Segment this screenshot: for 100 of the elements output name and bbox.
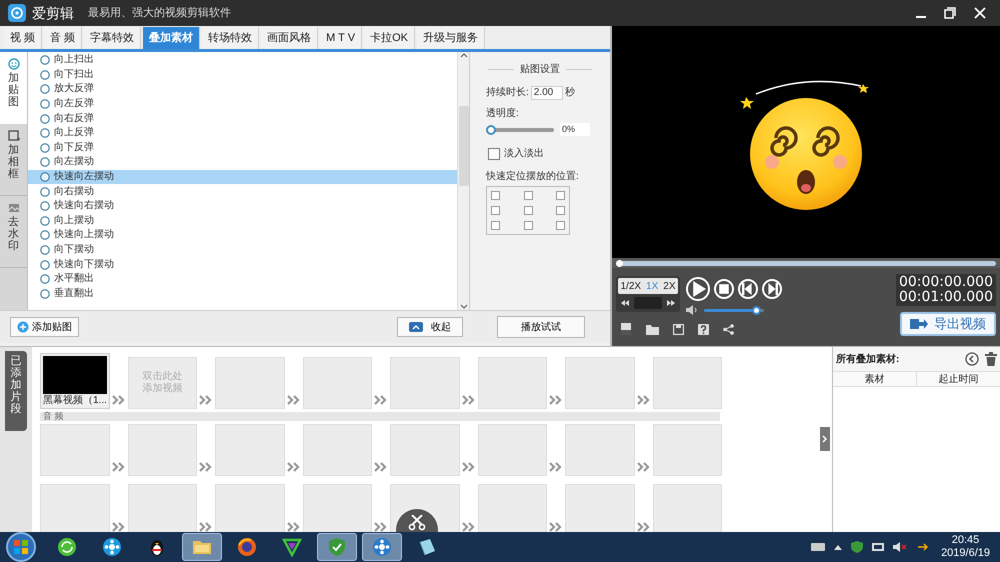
effect-item[interactable]: 向左反弹: [28, 96, 457, 112]
export-video-button[interactable]: 导出视频: [900, 312, 996, 336]
radio-icon: [40, 128, 50, 138]
effect-item[interactable]: 向下反弹: [28, 140, 457, 156]
speed-option[interactable]: 2X: [663, 278, 676, 294]
slider-thumb[interactable]: [486, 124, 496, 134]
video-clip[interactable]: 黑幕视频（1...: [40, 353, 110, 409]
scrollbar-thumb[interactable]: [458, 106, 468, 186]
added-clips-tab[interactable]: 已添加片段: [5, 351, 27, 431]
clip-title: 黑幕视频（1...: [43, 396, 107, 406]
back-icon[interactable]: [965, 352, 979, 366]
radio-icon: [40, 186, 50, 197]
empty-slot: [215, 484, 284, 532]
menu-tab[interactable]: 字幕特效: [84, 27, 142, 49]
position-checkbox[interactable]: [491, 191, 500, 200]
double-chevron-icon: [199, 462, 213, 472]
empty-slot: [302, 424, 372, 476]
menu-tab[interactable]: 音 频: [44, 27, 82, 49]
position-checkbox[interactable]: [524, 221, 533, 230]
system-clock[interactable]: 20:45 2019/6/19: [941, 534, 990, 560]
menu-tab[interactable]: 叠加素材: [143, 27, 200, 49]
start-button[interactable]: [6, 532, 36, 562]
progress-thumb[interactable]: [616, 260, 623, 266]
effect-item[interactable]: 垂直翻出: [28, 286, 457, 302]
effect-item[interactable]: 向上扫出: [28, 53, 457, 68]
trash-icon[interactable]: [985, 352, 997, 366]
fade-checkbox[interactable]: [488, 148, 500, 160]
effect-item[interactable]: 向下摆动: [28, 242, 457, 258]
effect-item[interactable]: 向右反弹: [28, 111, 457, 126]
column-header[interactable]: 起止时间: [916, 372, 1000, 386]
position-checkbox[interactable]: [556, 206, 566, 215]
menu-tab[interactable]: 卡拉OK: [364, 27, 415, 49]
triangle-icon: [282, 537, 302, 557]
app-logo-icon: [8, 4, 26, 22]
empty-slot: [302, 357, 372, 409]
share-icon: [723, 324, 734, 334]
progress-bar[interactable]: [616, 260, 996, 266]
side-tab[interactable]: 加贴图: [0, 52, 27, 124]
menu-tab[interactable]: 升级与服务: [416, 27, 485, 49]
film-reel-icon: [102, 537, 122, 557]
opacity-field[interactable]: 0%: [560, 123, 590, 136]
radio-icon: [40, 288, 50, 299]
add-sticker-button[interactable]: 添加贴图: [10, 317, 79, 337]
speed-option[interactable]: 1/2X: [620, 278, 642, 294]
opacity-slider[interactable]: [486, 124, 554, 134]
panel-toggle-handle[interactable]: [820, 427, 830, 451]
radio-icon: [40, 70, 50, 80]
empty-slot: [652, 357, 722, 409]
position-checkbox[interactable]: [524, 191, 533, 200]
stop-button[interactable]: [714, 279, 734, 299]
speed-control[interactable]: 1/2X 1X 2X: [616, 276, 680, 312]
duration-field[interactable]: 2.00: [530, 86, 563, 100]
effect-item[interactable]: 向上反弹: [28, 126, 457, 141]
menu-tab[interactable]: M T V: [320, 27, 362, 49]
menu-tab[interactable]: 画面风格: [261, 27, 318, 49]
position-checkbox[interactable]: [556, 221, 566, 230]
show-hidden-icon: [834, 544, 842, 550]
collapse-button[interactable]: 收起: [397, 317, 463, 337]
volume-slider[interactable]: [704, 306, 764, 314]
empty-slot: [478, 357, 548, 409]
effect-item[interactable]: 快速向右摆动: [28, 198, 457, 214]
add-icon: [17, 321, 29, 333]
double-chevron-icon: [286, 522, 300, 532]
power-icon: [916, 541, 928, 553]
preview-button[interactable]: 播放试试: [497, 316, 585, 338]
position-checkbox[interactable]: [491, 221, 500, 230]
menu-tab[interactable]: 转场特效: [202, 27, 260, 49]
radio-icon: [40, 157, 50, 168]
app-title: 爱剪辑: [32, 4, 74, 22]
play-button[interactable]: [686, 277, 710, 301]
watermark-icon: [8, 202, 20, 214]
effect-item[interactable]: 向下扫出: [28, 68, 457, 82]
volume-thumb[interactable]: [752, 306, 762, 314]
scrollbar[interactable]: [457, 52, 469, 310]
double-chevron-icon: [462, 395, 476, 405]
effect-item[interactable]: 向左摆动: [28, 155, 457, 170]
radio-icon: [40, 201, 50, 212]
radio-icon: [40, 216, 50, 226]
effect-item[interactable]: 水平翻出: [28, 272, 457, 286]
column-header[interactable]: 素材: [833, 372, 916, 386]
next-frame-button[interactable]: [762, 279, 782, 299]
position-checkbox[interactable]: [524, 206, 533, 215]
effect-item[interactable]: 向右摆动: [28, 184, 457, 199]
effect-item[interactable]: 放大反弹: [28, 82, 457, 97]
previous-frame-button[interactable]: [738, 279, 758, 299]
effect-item[interactable]: 向上摆动: [28, 214, 457, 228]
new-file-icon: [620, 323, 632, 335]
menu-tab[interactable]: 视 频: [4, 27, 42, 49]
play-icon: [690, 281, 706, 297]
shield-icon: [327, 537, 347, 557]
frame-icon: [8, 130, 20, 142]
position-checkbox[interactable]: [491, 206, 500, 215]
effect-item[interactable]: 快速向上摆动: [28, 228, 457, 243]
position-checkbox[interactable]: [556, 191, 566, 200]
double-chevron-icon: [199, 522, 213, 532]
radio-icon: [40, 84, 50, 94]
opacity-label: 透明度:: [486, 106, 520, 121]
effect-item[interactable]: 快速向左摆动: [28, 170, 457, 184]
effect-item[interactable]: 快速向下摆动: [28, 257, 457, 272]
shield-icon: [851, 541, 864, 553]
